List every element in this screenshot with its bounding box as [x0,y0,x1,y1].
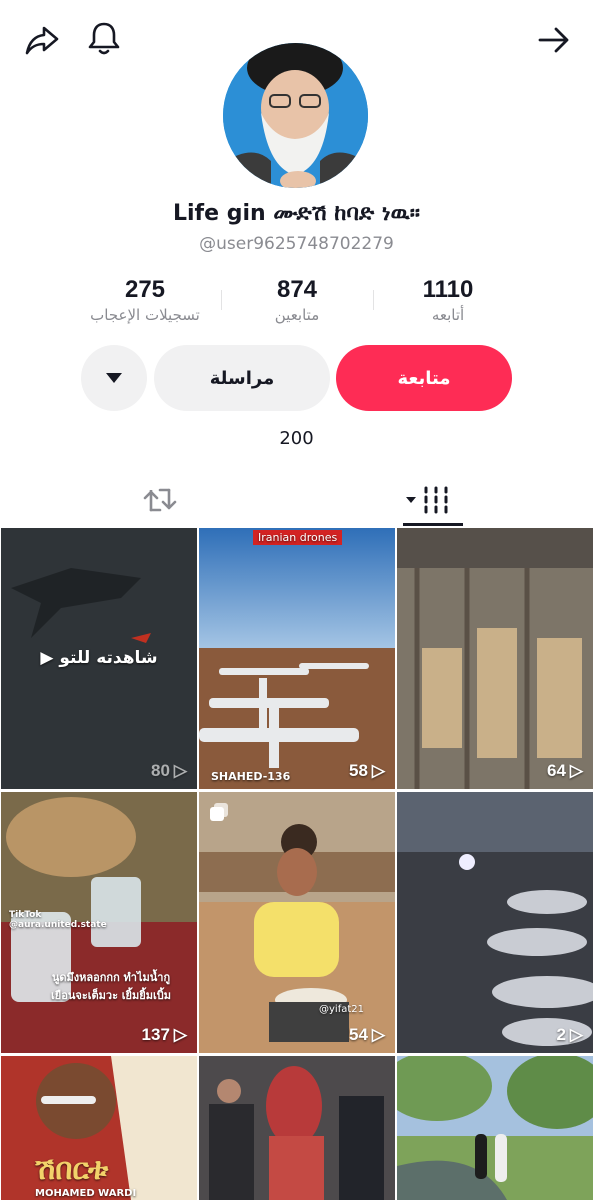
display-name: Life gin ሙድሽ ከባድ ነዉ። [173,201,420,226]
watched-overlay: ▶ شاهدته للتو [40,648,158,668]
stat-following[interactable]: 1110 أتابعه [373,276,523,324]
view-count: 137 ▷ [141,1025,187,1044]
more-options-button[interactable] [81,345,147,411]
video-thumbnail[interactable]: 2 ▷ [397,792,593,1053]
play-icon: ▷ [371,761,385,780]
video-thumbnail[interactable]: @yifat21 54 ▷ [199,792,395,1053]
play-icon: ▷ [569,1025,583,1044]
follow-button[interactable]: متابعة [336,345,512,411]
bio-text: 200 [279,428,314,449]
photo-carousel-icon [207,800,231,824]
stat-followers-label: متابعين [274,306,320,324]
repost-icon [143,488,177,512]
tab-videos[interactable] [400,478,456,522]
bell-icon[interactable] [84,18,124,58]
video-caption: MOHAMED WARDI [35,1188,137,1199]
view-count: 2 ▷ [556,1025,583,1044]
view-count: 80 ▷ [151,761,187,780]
video-thumbnail[interactable]: 64 ▷ [397,528,593,789]
view-count: 58 ▷ [349,761,385,780]
active-tab-indicator [403,523,463,526]
video-thumbnail[interactable]: ▶ شاهدته للتو 80 ▷ [1,528,197,789]
play-icon: ▷ [173,761,187,780]
video-watermark: TikTok @aura.united.state [9,910,107,930]
video-thumbnail[interactable] [397,1056,593,1200]
stat-divider [221,290,222,310]
video-caption: นูดมึงหลอกกก ทำไมน้ำกูเยือนจะเต็มวะ เยิ้… [51,971,171,1002]
play-icon: ▷ [173,1025,187,1044]
stat-divider [373,290,374,310]
video-thumbnail[interactable]: Iranian drones SHAHED-136 58 ▷ [199,528,395,789]
caret-down-icon [106,373,122,383]
message-button[interactable]: مراسلة [154,345,330,411]
view-count: 54 ▷ [349,1025,385,1044]
play-icon: ▷ [371,1025,385,1044]
grid-icon [406,486,448,514]
video-thumbnail[interactable] [199,1056,395,1200]
share-icon[interactable] [22,20,62,60]
stat-following-label: أتابعه [431,306,465,324]
stat-following-count: 1110 [422,276,474,303]
stat-likes-label: تسجيلات الإعجاب [90,306,200,324]
tab-reposts[interactable] [138,478,182,522]
video-tag: Iranian drones [253,530,343,545]
stat-followers[interactable]: 874 متابعين [222,276,372,324]
view-count: 64 ▷ [547,761,583,780]
stat-followers-count: 874 [276,276,318,303]
stat-likes[interactable]: 275 تسجيلات الإعجاب [70,276,220,324]
video-title-overlay: ሽበርቱ [35,1152,109,1187]
content-tabs [0,470,593,526]
arrow-right-icon[interactable] [534,20,574,60]
video-watermark: @yifat21 [319,1004,364,1015]
video-thumbnail[interactable]: TikTok @aura.united.state นูดมึงหลอกกก ท… [1,792,197,1053]
username-handle: @user9625748702279 [199,234,394,254]
avatar[interactable] [223,43,368,188]
stat-likes-count: 275 [124,276,166,303]
video-thumbnail[interactable]: ሽበርቱ MOHAMED WARDI [1,1056,197,1200]
play-icon: ▷ [569,761,583,780]
